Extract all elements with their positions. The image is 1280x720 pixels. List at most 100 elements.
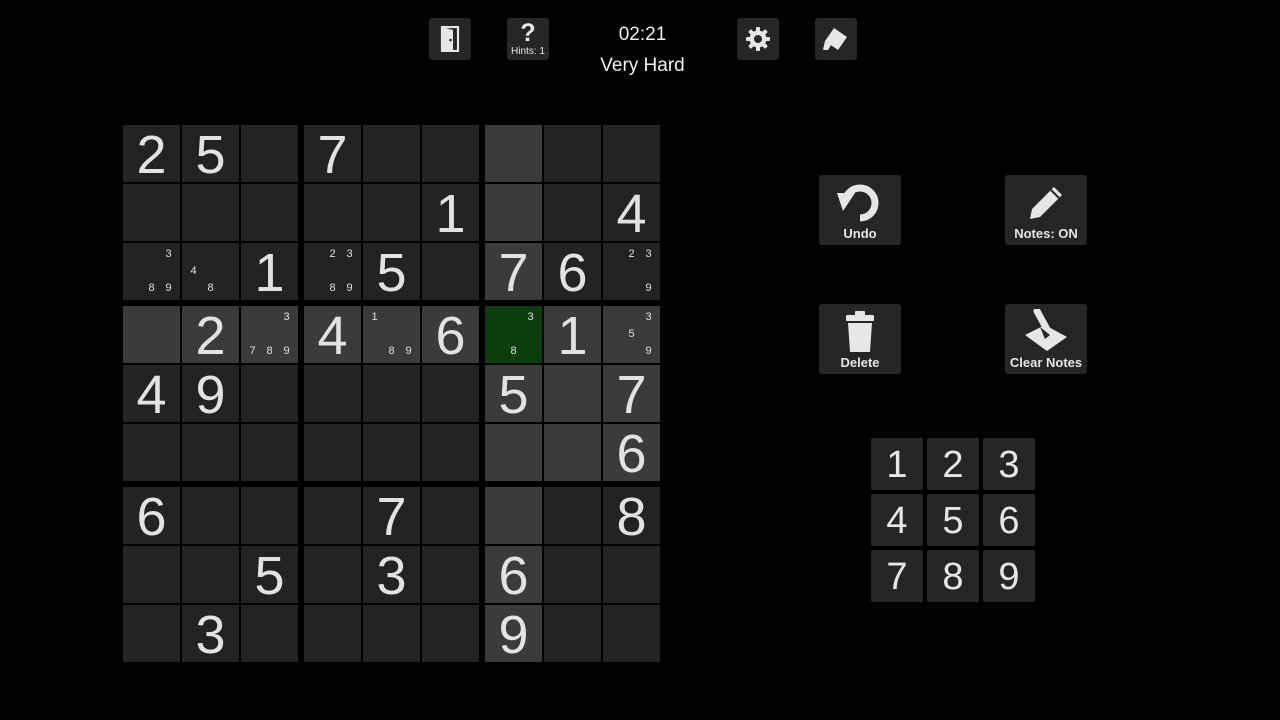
cell-r9-c3[interactable]: [241, 605, 298, 662]
cell-r8-c6[interactable]: [422, 546, 479, 603]
cell-r4-c4[interactable]: 4: [304, 306, 361, 366]
cell-r3-c3[interactable]: 1: [241, 243, 298, 303]
numpad-button-9[interactable]: 9: [983, 550, 1035, 602]
cell-r8-c1[interactable]: [123, 546, 180, 603]
exit-button[interactable]: [429, 18, 471, 60]
cell-r2-c9[interactable]: 4: [603, 184, 660, 244]
numpad-button-8[interactable]: 8: [927, 550, 979, 602]
cell-r4-c1[interactable]: [123, 306, 180, 363]
cell-r3-c5[interactable]: 5: [363, 243, 420, 303]
cell-r1-c9[interactable]: [603, 125, 660, 182]
cell-r8-c7[interactable]: 6: [485, 546, 542, 606]
cell-r9-c5[interactable]: [363, 605, 420, 662]
cell-r5-c1[interactable]: 4: [123, 365, 180, 425]
cell-r7-c2[interactable]: [182, 487, 239, 544]
cell-r1-c8[interactable]: [544, 125, 601, 182]
cell-r8-c3[interactable]: 5: [241, 546, 298, 606]
cell-r8-c2[interactable]: [182, 546, 239, 603]
cell-r1-c4[interactable]: 7: [304, 125, 361, 185]
cell-r1-c6[interactable]: [422, 125, 479, 182]
cell-r7-c8[interactable]: [544, 487, 601, 544]
clear-notes-button[interactable]: Clear Notes: [1005, 304, 1087, 374]
cell-r3-c8[interactable]: 6: [544, 243, 601, 303]
cell-r1-c7[interactable]: [485, 125, 542, 182]
cell-r6-c8[interactable]: [544, 424, 601, 481]
cell-r6-c4[interactable]: [304, 424, 361, 481]
cell-r8-c5[interactable]: 3: [363, 546, 420, 606]
undo-button[interactable]: Undo: [819, 175, 901, 245]
cell-r2-c1[interactable]: [123, 184, 180, 241]
cell-r3-c9[interactable]: 23 9: [603, 243, 660, 300]
cell-r7-c4[interactable]: [304, 487, 361, 544]
cell-r1-c1[interactable]: 2: [123, 125, 180, 185]
cell-r2-c3[interactable]: [241, 184, 298, 241]
cell-r6-c6[interactable]: [422, 424, 479, 481]
cell-r5-c2[interactable]: 9: [182, 365, 239, 425]
cell-r2-c5[interactable]: [363, 184, 420, 241]
cell-r4-c3[interactable]: 3 789: [241, 306, 298, 363]
numpad-button-1[interactable]: 1: [871, 438, 923, 490]
cell-r6-c9[interactable]: 6: [603, 424, 660, 484]
cell-r4-c9[interactable]: 359: [603, 306, 660, 363]
cell-r6-c1[interactable]: [123, 424, 180, 481]
note-digit: [522, 326, 539, 343]
eraser-button[interactable]: [815, 18, 857, 60]
cell-r6-c2[interactable]: [182, 424, 239, 481]
cell-r3-c4[interactable]: 23 89: [304, 243, 361, 300]
cell-r9-c9[interactable]: [603, 605, 660, 662]
cell-r5-c4[interactable]: [304, 365, 361, 422]
cell-r9-c8[interactable]: [544, 605, 601, 662]
cell-r2-c6[interactable]: 1: [422, 184, 479, 244]
cell-r7-c3[interactable]: [241, 487, 298, 544]
cell-r3-c6[interactable]: [422, 243, 479, 300]
cell-r2-c7[interactable]: [485, 184, 542, 241]
cell-r9-c7[interactable]: 9: [485, 605, 542, 665]
cell-r2-c4[interactable]: [304, 184, 361, 241]
cell-r2-c8[interactable]: [544, 184, 601, 241]
note-digit: [307, 246, 324, 263]
delete-button[interactable]: Delete: [819, 304, 901, 374]
cell-r8-c4[interactable]: [304, 546, 361, 603]
cell-r5-c3[interactable]: [241, 365, 298, 422]
cell-r4-c8[interactable]: 1: [544, 306, 601, 366]
cell-r7-c1[interactable]: 6: [123, 487, 180, 547]
cell-r2-c2[interactable]: [182, 184, 239, 241]
numpad-button-6[interactable]: 6: [983, 494, 1035, 546]
cell-r9-c4[interactable]: [304, 605, 361, 662]
cell-r6-c5[interactable]: [363, 424, 420, 481]
cell-r7-c6[interactable]: [422, 487, 479, 544]
cell-r8-c9[interactable]: [603, 546, 660, 603]
cell-r7-c7[interactable]: [485, 487, 542, 544]
cell-r5-c7[interactable]: 5: [485, 365, 542, 425]
cell-r3-c1[interactable]: 3 89: [123, 243, 180, 300]
cell-r9-c6[interactable]: [422, 605, 479, 662]
cell-r3-c2[interactable]: 48: [182, 243, 239, 300]
cell-r6-c7[interactable]: [485, 424, 542, 481]
cell-r7-c5[interactable]: 7: [363, 487, 420, 547]
cell-r8-c8[interactable]: [544, 546, 601, 603]
settings-button[interactable]: [737, 18, 779, 60]
cell-r6-c3[interactable]: [241, 424, 298, 481]
cell-r5-c6[interactable]: [422, 365, 479, 422]
cell-r7-c9[interactable]: 8: [603, 487, 660, 547]
numpad-button-5[interactable]: 5: [927, 494, 979, 546]
cell-r9-c2[interactable]: 3: [182, 605, 239, 665]
cell-r1-c3[interactable]: [241, 125, 298, 182]
numpad-button-7[interactable]: 7: [871, 550, 923, 602]
numpad-button-4[interactable]: 4: [871, 494, 923, 546]
cell-r9-c1[interactable]: [123, 605, 180, 662]
cell-r4-c6[interactable]: 6: [422, 306, 479, 366]
cell-r4-c2[interactable]: 2: [182, 306, 239, 366]
cell-r3-c7[interactable]: 7: [485, 243, 542, 303]
cell-r5-c9[interactable]: 7: [603, 365, 660, 425]
cell-r4-c7[interactable]: 38: [485, 306, 542, 363]
numpad-button-2[interactable]: 2: [927, 438, 979, 490]
cell-r4-c5[interactable]: 1 89: [363, 306, 420, 363]
numpad-button-3[interactable]: 3: [983, 438, 1035, 490]
cell-r1-c5[interactable]: [363, 125, 420, 182]
cell-r1-c2[interactable]: 5: [182, 125, 239, 185]
cell-r5-c8[interactable]: [544, 365, 601, 422]
cell-r5-c5[interactable]: [363, 365, 420, 422]
hint-button[interactable]: ? Hints: 1: [507, 18, 549, 60]
notes-toggle-button[interactable]: Notes: ON: [1005, 175, 1087, 245]
